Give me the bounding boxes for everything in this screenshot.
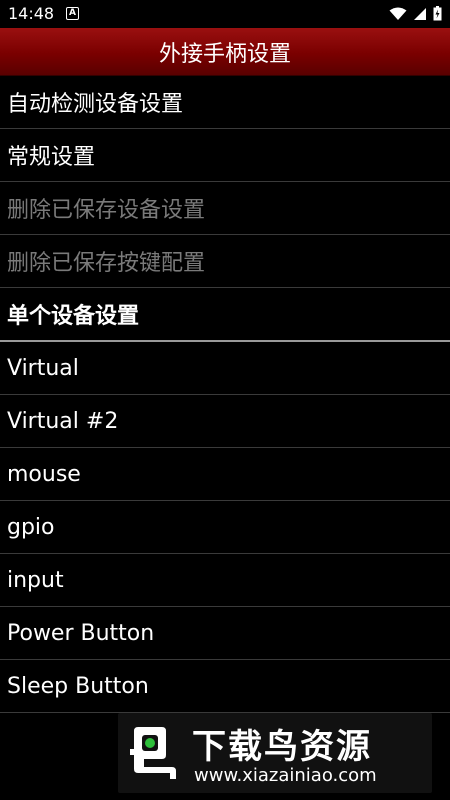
notification-icon: A [66, 7, 79, 20]
list-item-auto-detect[interactable]: 自动检测设备设置 [0, 76, 450, 129]
battery-icon [433, 6, 442, 21]
settings-list: 自动检测设备设置 常规设置 删除已保存设备设置 删除已保存按键配置 单个设备设置… [0, 76, 450, 713]
list-item-device-mouse[interactable]: mouse [0, 448, 450, 501]
list-item-general-settings[interactable]: 常规设置 [0, 129, 450, 182]
list-item-delete-device-settings: 删除已保存设备设置 [0, 182, 450, 235]
bird-logo-icon [130, 727, 176, 779]
section-header-single-device: 单个设备设置 [0, 288, 450, 342]
list-item-device-input[interactable]: input [0, 554, 450, 607]
status-time: 14:48 [8, 4, 55, 23]
list-item-device-gpio[interactable]: gpio [0, 501, 450, 554]
list-item-device-virtual[interactable]: Virtual [0, 342, 450, 395]
signal-icon [414, 7, 426, 20]
list-item-device-power-button[interactable]: Power Button [0, 607, 450, 660]
title-bar: 外接手柄设置 [0, 28, 450, 76]
watermark-overlay: 下载鸟资源 www.xiazainiao.com [118, 713, 432, 793]
watermark-url: www.xiazainiao.com [194, 765, 377, 786]
status-bar: 14:48 A [0, 0, 450, 28]
wifi-icon [389, 7, 407, 20]
watermark-name: 下载鸟资源 [192, 727, 372, 767]
list-item-delete-key-config: 删除已保存按键配置 [0, 235, 450, 288]
list-item-device-virtual-2[interactable]: Virtual #2 [0, 395, 450, 448]
page-title: 外接手柄设置 [158, 41, 291, 67]
list-item-device-sleep-button[interactable]: Sleep Button [0, 660, 450, 713]
system-icons [389, 6, 442, 21]
